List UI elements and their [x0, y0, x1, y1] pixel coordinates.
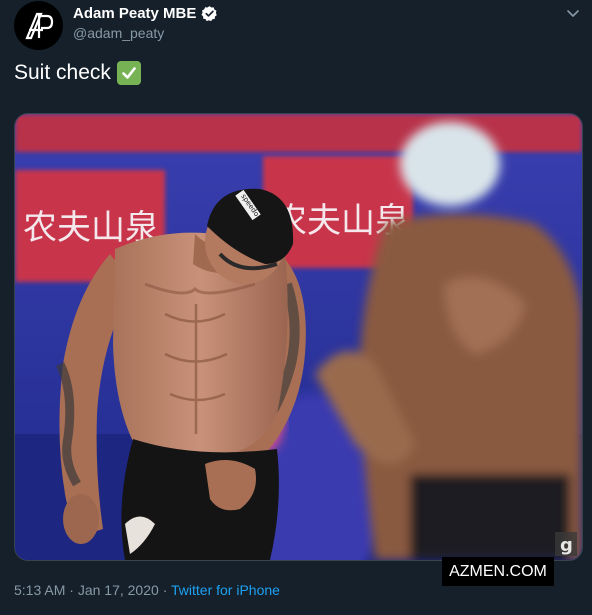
tweet-date[interactable]: Jan 17, 2020 [78, 582, 159, 598]
meta-separator: · [69, 582, 74, 598]
tweet-meta: 5:13 AM · Jan 17, 2020 · Twitter for iPh… [14, 582, 280, 598]
meta-separator: · [162, 582, 168, 598]
avatar[interactable] [14, 1, 63, 50]
site-watermark: AZMEN.COM [442, 557, 554, 586]
tweet-text-content: Suit check [14, 61, 111, 84]
tweet-text: Suit check [14, 61, 141, 85]
photo-corner-mark: g [560, 535, 573, 556]
tweet-time[interactable]: 5:13 AM [14, 582, 65, 598]
chevron-down-icon[interactable] [566, 6, 580, 20]
white-check-mark-icon [116, 61, 141, 85]
verified-badge-icon [201, 6, 218, 22]
tweet-source-link[interactable]: Twitter for iPhone [171, 582, 280, 598]
author-name-row[interactable]: Adam Peaty MBE [73, 5, 218, 22]
display-name[interactable]: Adam Peaty MBE [73, 5, 196, 22]
handle[interactable]: @adam_peaty [73, 25, 164, 41]
logo-ap-icon [24, 12, 53, 39]
tweet-photo[interactable]: 农夫山泉 农夫山泉 speedo g [14, 113, 583, 561]
